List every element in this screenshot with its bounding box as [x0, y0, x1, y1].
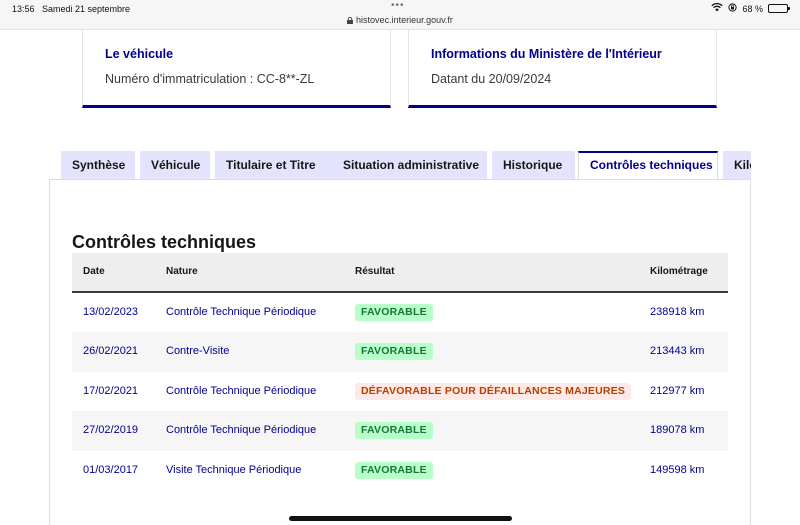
- header-mileage: Kilométrage: [650, 266, 708, 277]
- result-badge: DÉFAVORABLE POUR DÉFAILLANCES MAJEURES: [355, 382, 632, 400]
- table-row: 26/02/2021 Contre-Visite FAVORABLE 21344…: [72, 332, 728, 372]
- tab-historique[interactable]: Historique: [492, 151, 575, 179]
- result-badge: FAVORABLE: [355, 343, 433, 361]
- header-date: Date: [83, 266, 105, 277]
- cell-nature: Visite Technique Périodique: [166, 463, 302, 476]
- result-badge: FAVORABLE: [355, 304, 433, 321]
- cell-nature: Contre-Visite: [166, 345, 230, 358]
- cell-nature: Contrôle Technique Périodique: [166, 384, 317, 397]
- cell-date: 01/03/2017: [83, 463, 139, 476]
- result-badge: FAVORABLE: [355, 461, 433, 479]
- table-row: 13/02/2023 Contrôle Technique Périodique…: [72, 293, 728, 332]
- ministry-card-title: Informations du Ministère de l'Intérieur: [431, 47, 662, 61]
- status-indicators: 68 %: [711, 2, 790, 14]
- result-badge: FAVORABLE: [355, 422, 433, 440]
- cell-mileage: 149598 km: [650, 463, 705, 476]
- tab-titulaire-et-titre[interactable]: Titulaire et Titre: [215, 151, 332, 179]
- more-dots-icon[interactable]: •••: [391, 0, 405, 11]
- header-result: Résultat: [355, 266, 395, 277]
- section-title: Contrôles techniques: [72, 232, 257, 252]
- cell-mileage: 189078 km: [650, 424, 705, 437]
- cell-nature: Contrôle Technique Périodique: [166, 424, 317, 437]
- url-text: histovec.interieur.gouv.fr: [356, 15, 453, 25]
- cell-date: 17/02/2021: [83, 384, 139, 397]
- tab-situation-administrative[interactable]: Situation administrative: [332, 151, 487, 179]
- lock-icon: [347, 17, 354, 24]
- tab-bar: Synthèse Véhicule Titulaire et Titre Sit…: [61, 151, 751, 179]
- wifi-icon: [711, 2, 724, 14]
- registration-number: Numéro d'immatriculation : CC-8**-ZL: [105, 72, 315, 86]
- status-bar: 13:56 Samedi 21 septembre ••• histovec.i…: [0, 0, 800, 30]
- cell-mileage: 212977 km: [650, 384, 705, 397]
- vehicle-card: Le véhicule Numéro d'immatriculation : C…: [82, 30, 391, 108]
- home-indicator[interactable]: [289, 516, 512, 521]
- tab-controles-techniques[interactable]: Contrôles techniques: [578, 151, 718, 179]
- tab-synthese[interactable]: Synthèse: [61, 151, 135, 179]
- status-time: 13:56: [12, 4, 35, 14]
- status-date: Samedi 21 septembre: [42, 4, 131, 14]
- address-bar[interactable]: histovec.interieur.gouv.fr: [0, 15, 800, 25]
- battery-icon: [768, 4, 790, 13]
- header-nature: Nature: [166, 266, 198, 277]
- ministry-card: Informations du Ministère de l'Intérieur…: [408, 30, 717, 108]
- vehicle-card-title: Le véhicule: [105, 47, 174, 61]
- tab-kilometrage[interactable]: Kilo: [723, 151, 751, 179]
- tab-vehicule[interactable]: Véhicule: [140, 151, 210, 179]
- table-row: 27/02/2019 Contrôle Technique Périodique…: [72, 411, 728, 451]
- cell-mileage: 213443 km: [650, 345, 705, 358]
- data-date: Datant du 20/09/2024: [431, 72, 552, 86]
- table-row: 01/03/2017 Visite Technique Périodique F…: [72, 451, 728, 490]
- cell-mileage: 238918 km: [650, 306, 705, 318]
- inspections-table: Date Nature Résultat Kilométrage 13/02/2…: [72, 253, 728, 490]
- orientation-lock-icon: [728, 3, 738, 14]
- cell-date: 26/02/2021: [83, 345, 139, 358]
- table-header: Date Nature Résultat Kilométrage: [72, 253, 728, 293]
- table-row: 17/02/2021 Contrôle Technique Périodique…: [72, 372, 728, 411]
- battery-percent: 68 %: [742, 3, 763, 14]
- cell-date: 27/02/2019: [83, 424, 139, 437]
- cell-nature: Contrôle Technique Périodique: [166, 306, 317, 318]
- cell-date: 13/02/2023: [83, 306, 139, 318]
